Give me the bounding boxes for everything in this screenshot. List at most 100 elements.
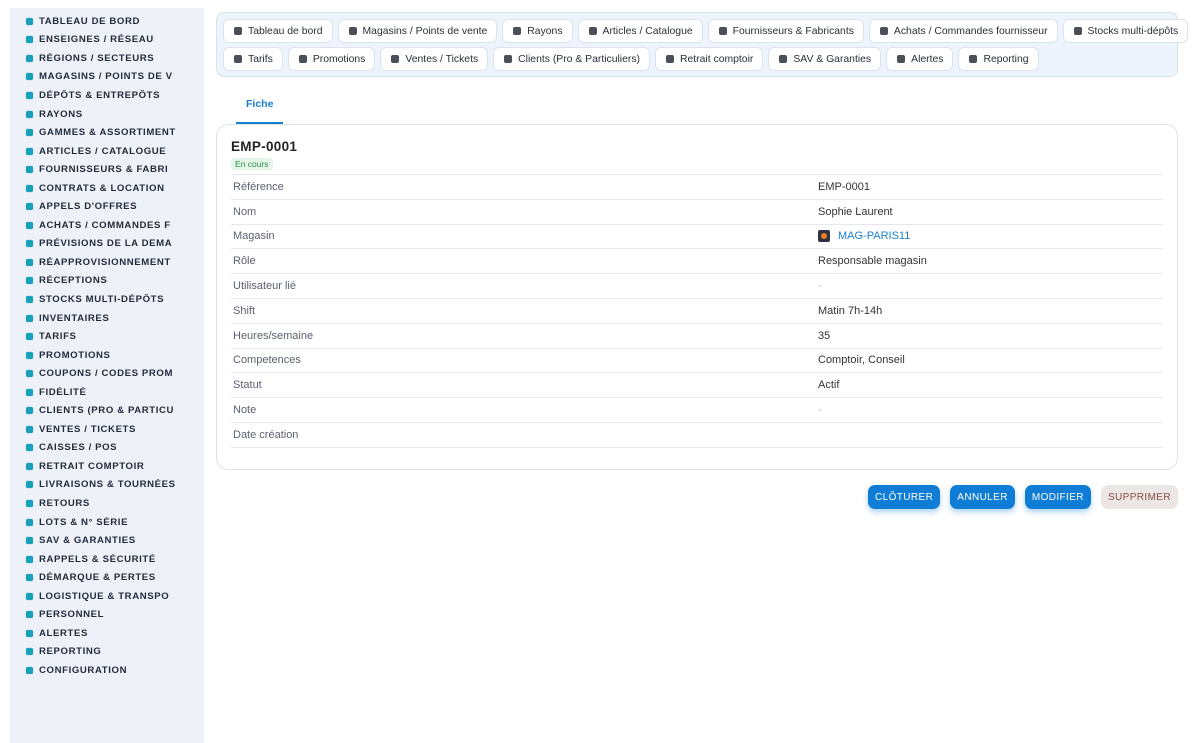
top-nav-chip[interactable]: Ventes / Tickets [380,47,489,71]
sidebar-item[interactable]: SAV & GARANTIES [10,531,204,550]
sidebar-item[interactable]: PROMOTIONS [10,346,204,365]
contract-icon [24,183,34,193]
sidebar-item[interactable]: ALERTES [10,624,204,643]
sidebar-item[interactable]: RÉCEPTIONS [10,272,204,291]
sidebar-item[interactable]: RAYONS [10,105,204,124]
sidebar-item[interactable]: FIDÉLITÉ [10,383,204,402]
sidebar-item[interactable]: ARTICLES / CATALOGUE [10,142,204,161]
flag-icon [24,35,34,45]
boxes-icon [1073,26,1084,37]
field-value-text: Comptoir, Conseil [818,354,905,367]
field-value: Actif [818,379,839,391]
top-nav-chip[interactable]: Reporting [958,47,1039,71]
tab-fiche[interactable]: Fiche [236,92,284,124]
sidebar-item[interactable]: RÉGIONS / SECTEURS [10,49,204,68]
record-fields: Référence EMP-0001 Nom Sophie Laurent Magasi… [231,174,1163,448]
map-icon [24,53,34,63]
edit-button[interactable]: MODIFIER [1024,485,1091,509]
sidebar-item-label: REPORTING [39,646,102,658]
sidebar-item[interactable]: FOURNISSEURS & FABRI [10,160,204,179]
sidebar-item[interactable]: MAGASINS / POINTS DE V [10,68,204,87]
action-bar: CLÔTURER ANNULER MODIFIER SUPPRIMER [868,485,1178,509]
record-title: EMP-0001 [231,139,298,154]
cart-icon [24,220,34,230]
layers-icon [24,128,34,138]
tab-bar: Fiche [236,92,284,124]
sidebar-item[interactable]: LOTS & N° SÉRIE [10,513,204,532]
field-value-text: Sophie Laurent [818,205,893,218]
sidebar-item[interactable]: DÉMARQUE & PERTES [10,568,204,587]
sidebar-item[interactable]: RÉAPPROVISIONNEMENT [10,253,204,272]
dolly-icon [24,276,34,286]
sidebar-item-label: RETRAIT COMPTOIR [39,460,145,472]
sidebar-item[interactable]: INVENTAIRES [10,309,204,328]
field-value: EMP-0001 [818,181,870,193]
top-nav-chip[interactable]: Tableau de bord [223,19,333,43]
sidebar-item-label: LIVRAISONS & TOURNÉES [39,479,176,491]
field-label: Référence [233,180,284,193]
top-nav-chip[interactable]: Achats / Commandes fournisseur [868,19,1058,43]
top-nav-chip[interactable]: Promotions [287,47,376,71]
top-nav-chip[interactable]: SAV & Garanties [768,47,882,71]
tools-icon [24,536,34,546]
top-nav-chip[interactable]: Alertes [886,47,954,71]
top-nav-chip-label: Articles / Catalogue [602,25,693,37]
barcode-icon [24,517,34,527]
register-icon [24,443,34,453]
field-label: Shift [233,304,256,317]
top-nav-chip-label: Alertes [911,53,944,65]
sidebar-item-label: RÉGIONS / SECTEURS [39,52,155,64]
sidebar-item[interactable]: RETOURS [10,494,204,513]
store-icon [818,230,830,243]
top-nav-chip[interactable]: Retrait comptoir [655,47,764,71]
field-value-text: EMP-0001 [818,180,870,193]
sidebar-item[interactable]: PERSONNEL [10,606,204,625]
sidebar-item[interactable]: ACHATS / COMMANDES F [10,216,204,235]
top-nav-chip[interactable]: Articles / Catalogue [577,19,703,43]
gear-icon [24,665,34,675]
sidebar-item[interactable]: CLIENTS (PRO & PARTICU [10,401,204,420]
sidebar-item[interactable]: RAPPELS & SÉCURITÉ [10,550,204,569]
field-label: Statut [233,379,262,392]
sidebar-item[interactable]: TABLEAU DE BORD [10,12,204,31]
sidebar-item[interactable]: CONFIGURATION [10,661,204,680]
sidebar-item[interactable]: GAMMES & ASSORTIMENT [10,123,204,142]
cancel-button[interactable]: ANNULER [950,485,1015,509]
sidebar-item-label: VENTES / TICKETS [39,423,137,435]
top-nav-chip[interactable]: Clients (Pro & Particuliers) [493,47,651,71]
sidebar-item[interactable]: RETRAIT COMPTOIR [10,457,204,476]
trash-icon [24,573,34,583]
field-label: Nom [233,205,257,218]
store-icon [348,26,359,37]
sidebar-item[interactable]: REPORTING [10,643,204,662]
truck-icon [24,165,34,175]
sidebar-item[interactable]: APPELS D'OFFRES [10,197,204,216]
top-nav-chip-label: Stocks multi-dépôts [1087,25,1179,37]
sidebar-item-label: GAMMES & ASSORTIMENT [39,127,176,139]
sidebar-item[interactable]: TARIFS [10,327,204,346]
sidebar-item[interactable]: CAISSES / POS [10,439,204,458]
field-value: Matin 7h-14h [818,305,882,317]
route-icon [24,591,34,601]
sidebar-item[interactable]: DÉPÔTS & ENTREPÔTS [10,86,204,105]
sidebar-item-label: DÉPÔTS & ENTREPÔTS [39,89,161,101]
sidebar-item[interactable]: COUPONS / CODES PROM [10,364,204,383]
top-nav: Tableau de bord Magasins / Points de vent… [216,12,1189,77]
sidebar-item[interactable]: LIVRAISONS & TOURNÉES [10,476,204,495]
sidebar-item[interactable]: STOCKS MULTI-DÉPÔTS [10,290,204,309]
sidebar-item[interactable]: VENTES / TICKETS [10,420,204,439]
top-nav-chip[interactable]: Fournisseurs & Fabricants [707,19,864,43]
store-link[interactable]: MAG-PARIS11 [818,230,910,243]
top-nav-chip[interactable]: Tarifs [223,47,283,71]
shelf-icon [24,109,34,119]
sidebar-item[interactable]: ENSEIGNES / RÉSEAU [10,31,204,50]
top-nav-chip[interactable]: Magasins / Points de vente [337,19,498,43]
delete-button[interactable]: SUPPRIMER [1100,485,1178,509]
field-value-text: 35 [818,329,831,342]
top-nav-chip[interactable]: Stocks multi-dépôts [1062,19,1189,43]
sidebar-item[interactable]: CONTRATS & LOCATION [10,179,204,198]
sidebar-item[interactable]: LOGISTIQUE & TRANSPO [10,587,204,606]
top-nav-chip[interactable]: Rayons [502,19,573,43]
close-button[interactable]: CLÔTURER [868,485,941,509]
sidebar-item[interactable]: PRÉVISIONS DE LA DEMA [10,235,204,254]
